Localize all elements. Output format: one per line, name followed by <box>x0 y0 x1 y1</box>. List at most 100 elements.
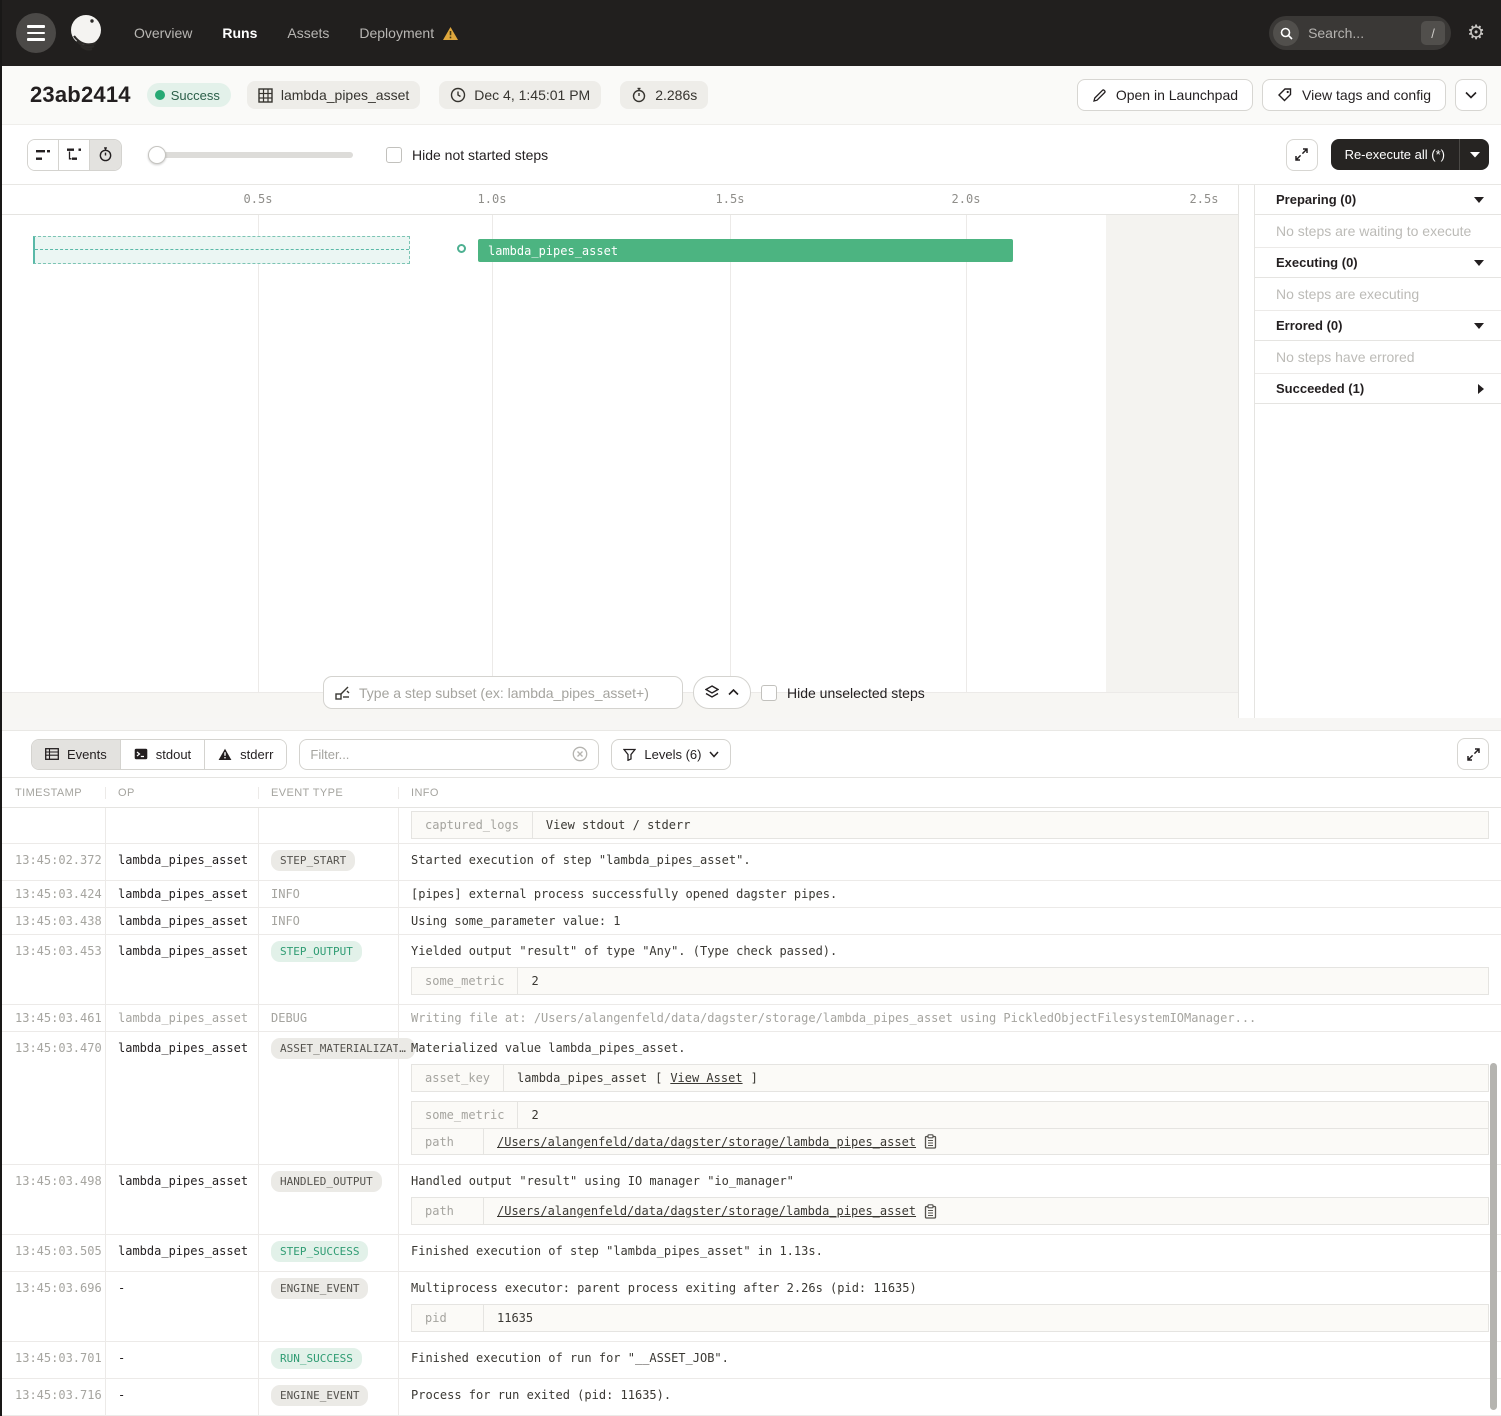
panel-divider[interactable] <box>1239 185 1254 718</box>
horizontal-split-divider[interactable] <box>0 718 1501 731</box>
metadata-value: 11635 <box>484 1305 546 1331</box>
metadata-path-link[interactable]: /Users/alangenfeld/data/dagster/storage/… <box>497 1204 916 1218</box>
nav-item-assets[interactable]: Assets <box>287 25 329 41</box>
log-event-type: ASSET_MATERIALIZAT… <box>258 1032 398 1164</box>
tab-label: stderr <box>240 747 273 762</box>
warning-triangle-icon <box>218 748 232 761</box>
nav-item-label: Runs <box>222 25 257 41</box>
sidebar-section-errored[interactable]: Errored (0) <box>1255 311 1501 341</box>
copy-icon[interactable] <box>924 1134 937 1149</box>
menu-button[interactable] <box>16 13 56 53</box>
nav-links: Overview Runs Assets Deployment <box>134 25 459 41</box>
metadata-path-link[interactable]: /Users/alangenfeld/data/dagster/storage/… <box>497 1135 916 1149</box>
search-input[interactable]: Search... / <box>1269 16 1451 50</box>
event-type-badge: STEP_START <box>271 850 355 871</box>
reexecute-all-button[interactable]: Re-execute all (*) <box>1331 139 1489 170</box>
sidebar-section-preparing[interactable]: Preparing (0) <box>1255 185 1501 215</box>
log-timestamp: 13:45:03.716 <box>0 1379 105 1415</box>
gantt-step-bar[interactable]: lambda_pipes_asset <box>478 239 1013 262</box>
timed-view-button[interactable] <box>90 140 121 170</box>
nav-item-runs[interactable]: Runs <box>222 25 257 41</box>
metadata-key: path <box>412 1198 484 1224</box>
log-info: Writing file at: /Users/alangenfeld/data… <box>398 1005 1501 1031</box>
dagster-logo-icon[interactable] <box>64 11 108 55</box>
header-actions: Open in Launchpad View tags and config <box>1077 79 1487 111</box>
section-empty-text: No steps have errored <box>1255 341 1501 374</box>
zoom-slider[interactable] <box>148 146 353 164</box>
reexecute-all-label: Re-execute all (*) <box>1331 139 1459 170</box>
log-message: Materialized value lambda_pipes_asset. <box>411 1041 1491 1055</box>
metadata-key: some_metric <box>412 1102 518 1128</box>
copy-icon[interactable] <box>924 1204 937 1219</box>
flat-view-button[interactable] <box>28 140 59 170</box>
log-filter-input[interactable]: Filter... <box>299 739 599 770</box>
waterfall-view-button[interactable] <box>59 140 90 170</box>
open-launchpad-button[interactable]: Open in Launchpad <box>1077 79 1253 111</box>
nav-item-label: Assets <box>287 25 329 41</box>
nav-item-deployment[interactable]: Deployment <box>359 25 459 41</box>
log-info: Process for run exited (pid: 11635). <box>398 1379 1501 1415</box>
top-nav: Overview Runs Assets Deployment Search..… <box>0 0 1501 66</box>
view-logs-link[interactable]: View stdout / stderr <box>546 818 691 832</box>
clear-filter-icon[interactable] <box>572 746 588 762</box>
logs-expand-button[interactable] <box>1457 738 1489 770</box>
sidebar-section-executing[interactable]: Executing (0) <box>1255 248 1501 278</box>
gantt-expand-button[interactable] <box>1286 139 1318 171</box>
run-header: 23ab2414 Success lambda_pipes_asset Dec … <box>0 66 1501 125</box>
reexecute-caret-button[interactable] <box>1459 139 1489 170</box>
settings-gear-icon[interactable]: ⚙ <box>1467 23 1485 43</box>
metadata-row: captured_logs View stdout / stderr <box>412 812 1488 838</box>
open-launchpad-label: Open in Launchpad <box>1116 87 1238 103</box>
run-tags: lambda_pipes_asset Dec 4, 1:45:01 PM 2.2… <box>247 81 708 109</box>
slider-track <box>148 152 353 158</box>
bracket: ] <box>751 1071 758 1085</box>
metadata-row: path/Users/alangenfeld/data/dagster/stor… <box>412 1198 1488 1224</box>
metadata-table: pid11635 <box>411 1304 1489 1332</box>
section-empty-text: No steps are executing <box>1255 278 1501 311</box>
axis-tick: 1.0s <box>478 192 507 206</box>
step-subset-input[interactable]: Type a step subset (ex: lambda_pipes_ass… <box>323 676 683 709</box>
section-title: Preparing (0) <box>1276 192 1356 207</box>
log-op: - <box>105 1342 258 1378</box>
view-asset-link[interactable]: View Asset <box>670 1071 742 1085</box>
search-placeholder: Search... <box>1308 25 1412 41</box>
tag-icon <box>1277 87 1293 103</box>
log-op: lambda_pipes_asset <box>105 935 258 1004</box>
more-actions-button[interactable] <box>1455 79 1487 111</box>
hide-unselected-checkbox[interactable] <box>761 685 777 701</box>
log-timestamp <box>0 808 105 843</box>
axis-tick: 0.5s <box>244 192 273 206</box>
tab-stdout[interactable]: stdout <box>121 740 205 769</box>
caret-right-icon <box>1478 384 1484 394</box>
column-header: INFO <box>398 787 1501 799</box>
metadata-row: some_metric2 <box>412 1102 1488 1128</box>
metadata-value: 2 <box>518 1102 551 1128</box>
hide-unselected-label: Hide unselected steps <box>787 685 925 701</box>
levels-dropdown[interactable]: Levels (6) <box>611 739 731 770</box>
column-header: TIMESTAMP <box>0 787 105 799</box>
zoom-fit-button[interactable] <box>693 676 751 709</box>
job-tag[interactable]: lambda_pipes_asset <box>247 81 420 109</box>
pencil-icon <box>1092 88 1107 103</box>
logs-scrollbar[interactable] <box>1490 1063 1497 1410</box>
log-row: 13:45:03.498lambda_pipes_assetHANDLED_OU… <box>0 1165 1501 1235</box>
tab-events[interactable]: Events <box>32 740 121 769</box>
log-op <box>105 808 258 843</box>
log-info: Finished execution of run for "__ASSET_J… <box>398 1342 1501 1378</box>
log-row: 13:45:03.461lambda_pipes_assetDEBUGWriti… <box>0 1005 1501 1032</box>
metadata-row: some_metric2 <box>412 968 1488 994</box>
log-message: Started execution of step "lambda_pipes_… <box>411 853 1491 867</box>
section-title: Errored (0) <box>1276 318 1342 333</box>
nav-item-overview[interactable]: Overview <box>134 25 192 41</box>
log-table-header: TIMESTAMP OP EVENT TYPE INFO <box>0 778 1501 808</box>
run-gantt-section: 0.5s 1.0s 1.5s 2.0s 2.5s lambda_pipes_as… <box>0 185 1501 718</box>
window-edge <box>0 0 2 1416</box>
tab-stderr[interactable]: stderr <box>205 740 286 769</box>
metadata-key: captured_logs <box>412 812 533 838</box>
log-message: Finished execution of run for "__ASSET_J… <box>411 1351 1491 1365</box>
sidebar-section-succeeded[interactable]: Succeeded (1) <box>1255 374 1501 404</box>
hide-not-started-checkbox[interactable] <box>386 147 402 163</box>
view-tags-config-button[interactable]: View tags and config <box>1262 79 1446 111</box>
axis-tick: 2.5s <box>1190 192 1219 206</box>
slider-thumb[interactable] <box>148 146 166 164</box>
